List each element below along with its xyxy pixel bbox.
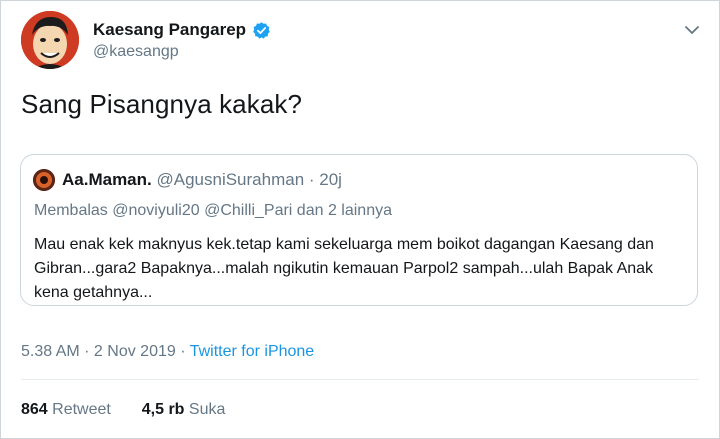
like-label: Suka [188,401,226,418]
retweet-count: 864 [21,401,48,418]
quoted-reply-to: Membalas @noviyuli20 @Chilli_Pari dan 2 … [34,202,392,219]
tweet-source-link[interactable]: Twitter for iPhone [190,343,315,360]
quoted-avatar [33,169,55,191]
tweet-date[interactable]: 2 Nov 2019 [94,343,176,360]
tweet-time[interactable]: 5.38 AM [21,343,80,360]
tweet-card: Kaesang Pangarep @kaesangp Sang Pisangny… [0,0,720,439]
like-count: 4,5 rb [141,401,185,418]
quoted-header: Aa.Maman. @AgusniSurahman · 20j [62,170,342,190]
quoted-avatar-icon [33,169,55,191]
divider [21,379,699,380]
timestamp-separator: · [79,343,94,360]
like-stat[interactable]: 4,5 rb Suka [142,401,226,418]
author-handle[interactable]: @kaesangp [93,43,271,61]
author-info: Kaesang Pangarep @kaesangp [93,19,271,61]
quoted-text: Mau enak kek maknyus kek.tetap kami seke… [34,236,654,301]
retweet-label: Retweet [52,401,111,418]
tweet-timestamp: 5.38 AM · 2 Nov 2019 · Twitter for iPhon… [21,343,314,361]
quoted-tweet[interactable]: Aa.Maman. @AgusniSurahman · 20j Membalas… [20,154,698,306]
quoted-author-handle: @AgusniSurahman [156,170,305,189]
author-name[interactable]: Kaesang Pangarep [93,20,246,40]
chevron-down-icon[interactable] [681,19,703,41]
author-avatar[interactable] [21,11,79,69]
tweet-stats: 864 Retweet 4,5 rb Suka [21,401,225,419]
timestamp-separator-2: · [175,343,190,360]
quoted-author-name: Aa.Maman. [62,170,152,189]
quoted-time: · 20j [308,170,342,189]
verified-badge-icon [253,21,270,39]
caricature-avatar-icon [21,11,79,69]
retweet-stat[interactable]: 864 Retweet [21,401,111,418]
tweet-text: Sang Pisangnya kakak? [21,89,303,119]
